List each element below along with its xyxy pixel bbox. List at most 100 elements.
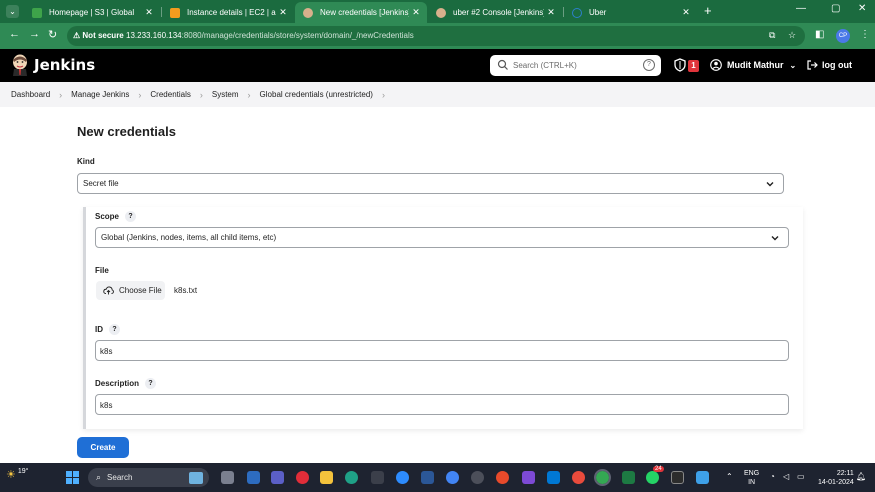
forward-arrow-icon[interactable]: → <box>29 28 40 40</box>
app-icon[interactable] <box>522 471 535 484</box>
windows-taskbar: ☀ 19° ⌕ Search 24 ⌃ ENG IN ◔ ◁ ▭ 22:11 1… <box>0 463 875 492</box>
browser-tab-uber[interactable]: Uber ✕ <box>564 2 697 23</box>
browser-tab-strip: ⌄ Homepage | S3 | Global ✕ Instance deta… <box>0 0 875 23</box>
id-help-icon[interactable]: ? <box>109 324 120 335</box>
zoom-app-icon[interactable] <box>396 471 409 484</box>
breadcrumb-credentials[interactable]: Credentials <box>150 90 190 99</box>
chevron-right-icon[interactable]: › <box>382 90 385 100</box>
logout-link[interactable]: log out <box>806 59 852 71</box>
selected-file-name: k8s.txt <box>174 286 198 295</box>
breadcrumb-system[interactable]: System <box>212 90 239 99</box>
tab-title: Instance details | EC2 | ap-south-1 <box>187 8 276 17</box>
breadcrumb-dashboard[interactable]: Dashboard <box>11 90 50 99</box>
new-tab-icon[interactable]: + <box>704 3 712 18</box>
translate-icon[interactable]: ⧉ <box>769 30 775 41</box>
bookmark-star-icon[interactable]: ☆ <box>788 30 796 41</box>
choose-file-label: Choose File <box>119 286 162 295</box>
system-clock[interactable]: 22:11 14-01-2024 <box>818 469 854 487</box>
reload-icon[interactable]: ↻ <box>48 28 57 41</box>
language-code: ENG <box>744 470 760 477</box>
task-view-icon[interactable] <box>221 471 234 484</box>
url-text[interactable]: 13.233.160.134:8080/manage/credentials/s… <box>126 31 414 40</box>
edge-app-icon[interactable] <box>345 471 358 484</box>
chrome-app-icon[interactable] <box>572 471 585 484</box>
github-app-icon[interactable] <box>471 471 484 484</box>
tab-title: Uber <box>589 8 607 17</box>
description-field[interactable]: k8s <box>95 394 789 415</box>
browser-toolbar: ← → ↻ ⚠ Not secure 13.233.160.134:8080/m… <box>0 23 875 49</box>
windows-start-icon[interactable] <box>66 471 79 484</box>
close-tab-icon[interactable]: ✕ <box>142 7 156 18</box>
breadcrumb-manage-jenkins[interactable]: Manage Jenkins <box>71 90 129 99</box>
security-shield-icon[interactable] <box>674 58 686 72</box>
back-arrow-icon[interactable]: ← <box>9 28 20 40</box>
clock-date: 14-01-2024 <box>818 479 854 486</box>
breadcrumb: Dashboard › Manage Jenkins › Credentials… <box>0 82 875 107</box>
id-label-text: ID <box>95 325 103 334</box>
logout-icon <box>807 60 818 70</box>
browser-tab-uber-console[interactable]: uber #2 Console [Jenkins] ✕ <box>428 2 562 23</box>
kind-select[interactable]: Secret file <box>77 173 784 194</box>
scope-select[interactable]: Global (Jenkins, nodes, items, all child… <box>95 227 789 248</box>
close-tab-icon[interactable]: ✕ <box>409 7 423 18</box>
opera-app-icon[interactable] <box>296 471 309 484</box>
app-icon[interactable] <box>421 471 434 484</box>
side-panel-icon[interactable]: ◧ <box>815 29 824 40</box>
more-options-icon[interactable]: ⋮ <box>860 29 870 40</box>
chrome-profile-icon[interactable] <box>496 471 509 484</box>
close-tab-icon[interactable]: ✕ <box>544 7 558 18</box>
security-alert-badge[interactable]: 1 <box>688 60 699 72</box>
search-input[interactable]: Search (CTRL+K) ? <box>490 55 661 76</box>
maximize-icon[interactable]: ▢ <box>831 3 840 14</box>
description-help-icon[interactable]: ? <box>145 378 157 389</box>
wifi-icon[interactable]: ◔ <box>770 472 775 481</box>
create-button[interactable]: Create <box>77 437 129 458</box>
user-avatar-icon <box>710 59 722 71</box>
vscode-app-icon[interactable] <box>547 471 560 484</box>
terminal-app-icon[interactable] <box>671 471 684 484</box>
app-name[interactable]: Jenkins <box>34 56 95 74</box>
not-secure-indicator[interactable]: ⚠ Not secure <box>73 31 124 40</box>
id-field[interactable]: k8s <box>95 340 789 361</box>
description-label-text: Description <box>95 379 140 388</box>
clock-time: 22:11 <box>836 470 854 477</box>
excel-app-icon[interactable] <box>622 471 635 484</box>
show-hidden-icons-chevron-icon[interactable]: ⌃ <box>726 472 733 481</box>
profile-avatar[interactable]: CP <box>836 29 850 43</box>
whatsapp-app-icon[interactable] <box>646 471 659 484</box>
widgets-app-icon[interactable] <box>247 471 260 484</box>
address-bar[interactable]: ⚠ Not secure 13.233.160.134:8080/manage/… <box>67 26 805 46</box>
tab-search-chevron-icon[interactable]: ⌄ <box>6 5 19 18</box>
file-explorer-icon[interactable] <box>320 471 333 484</box>
browser-tab-ec2[interactable]: Instance details | EC2 | ap-south-1 ✕ <box>162 2 294 23</box>
volume-icon[interactable]: ◁ <box>783 472 789 481</box>
notification-bell-icon[interactable]: 🔔︎ <box>856 472 866 481</box>
chrome-app-icon[interactable] <box>446 471 459 484</box>
breadcrumb-global-credentials[interactable]: Global credentials (unrestricted) <box>260 90 373 99</box>
notepad-app-icon[interactable] <box>696 471 709 484</box>
close-tab-icon[interactable]: ✕ <box>276 7 290 18</box>
browser-tab-new-credentials[interactable]: New credentials [Jenkins] ✕ <box>295 2 427 23</box>
battery-icon[interactable]: ▭ <box>797 472 805 481</box>
browser-tab-s3[interactable]: Homepage | S3 | Global ✕ <box>24 2 160 23</box>
search-help-icon[interactable]: ? <box>643 59 655 71</box>
weather-widget[interactable]: ☀ 19° <box>6 468 28 481</box>
search-highlight-icon <box>189 471 203 484</box>
scope-help-icon[interactable]: ? <box>125 211 137 222</box>
scope-selected-value: Global (Jenkins, nodes, items, all child… <box>101 233 277 242</box>
store-app-icon[interactable] <box>371 471 384 484</box>
close-window-icon[interactable]: ✕ <box>858 3 866 14</box>
language-indicator[interactable]: ENG IN <box>744 469 759 487</box>
chevron-right-icon: › <box>247 89 251 100</box>
minimize-icon[interactable]: — <box>796 3 806 14</box>
jenkins-logo-icon[interactable] <box>11 54 29 76</box>
close-tab-icon[interactable]: ✕ <box>679 7 693 18</box>
chrome-active-app-icon[interactable] <box>594 469 611 486</box>
user-menu[interactable]: Mudit Mathur ⌄ <box>710 59 796 71</box>
choose-file-button[interactable]: Choose File <box>96 281 165 300</box>
tab-title: uber #2 Console [Jenkins] <box>453 8 544 17</box>
taskbar-search[interactable]: ⌕ Search <box>88 468 209 487</box>
tab-title: Homepage | S3 | Global <box>49 8 135 17</box>
teams-app-icon[interactable] <box>271 471 284 484</box>
search-icon: ⌕ <box>96 472 102 482</box>
